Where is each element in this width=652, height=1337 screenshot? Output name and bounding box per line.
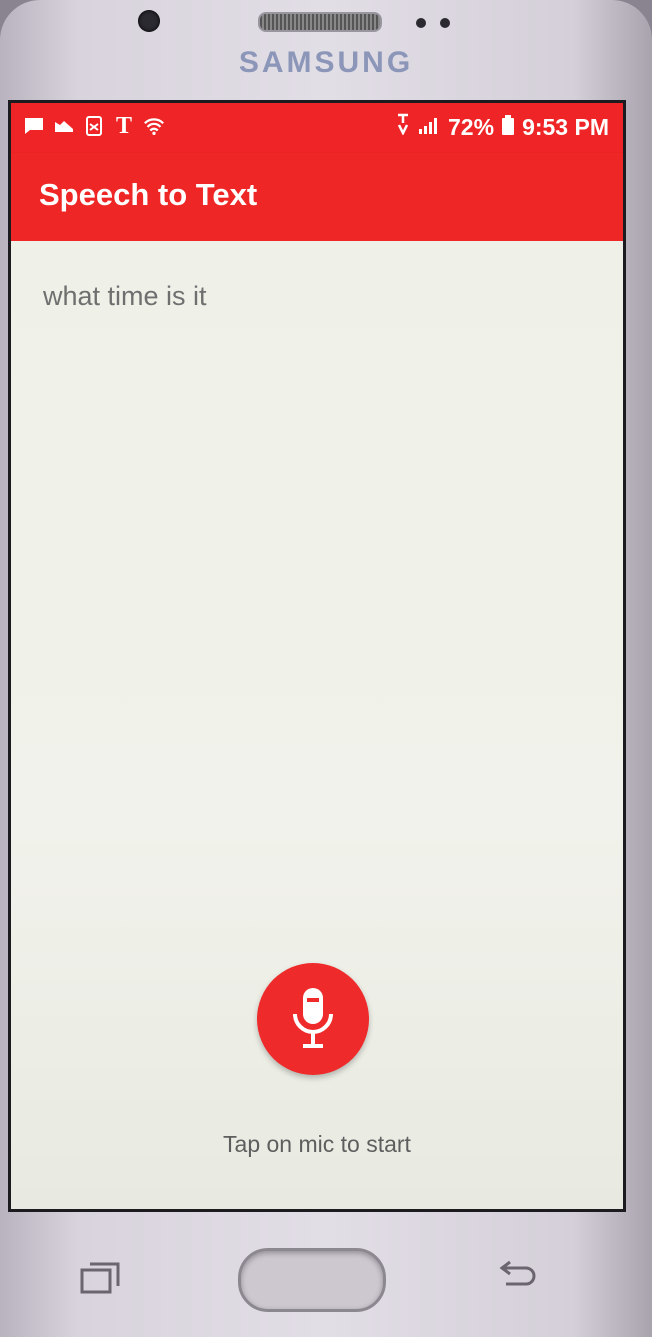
message-icon	[23, 115, 45, 137]
battery-percentage: 72%	[448, 113, 495, 140]
transcript-text: what time is it	[43, 281, 207, 311]
sim-icon	[83, 115, 105, 137]
device-brand: SAMSUNG	[238, 46, 414, 79]
status-icons-right: 72% 9:53 PM	[396, 113, 609, 141]
t-mobile-icon: T	[115, 112, 132, 139]
status-time: 9:53 PM	[522, 113, 609, 140]
microphone-icon	[293, 988, 333, 1048]
earpiece-speaker	[258, 12, 382, 32]
status-bar: T 72% 9:53 PM	[11, 103, 623, 153]
battery-icon	[502, 114, 515, 141]
home-button[interactable]	[238, 1248, 386, 1312]
app-title: Speech to Text	[39, 177, 258, 212]
volte-icon	[396, 113, 410, 141]
light-sensor	[440, 18, 450, 28]
phone-frame: SAMSUNG T 72% 9:53 PM Speech to Text wha…	[0, 0, 652, 1337]
front-camera	[138, 10, 160, 32]
main-content: what time is it Tap on mic to start	[11, 241, 623, 1209]
screen: T 72% 9:53 PM Speech to Text what time i…	[8, 100, 626, 1212]
back-icon	[499, 1260, 536, 1286]
mic-button[interactable]	[257, 963, 369, 1075]
proximity-sensor	[416, 18, 426, 28]
back-key[interactable]	[494, 1258, 538, 1294]
recent-apps-key[interactable]	[80, 1260, 122, 1296]
app-bar: Speech to Text	[11, 153, 623, 241]
recent-apps-icon	[80, 1262, 120, 1294]
signal-icon	[418, 114, 440, 141]
wifi-icon	[143, 115, 165, 137]
shoe-icon	[53, 115, 75, 137]
mic-hint: Tap on mic to start	[223, 1131, 411, 1157]
status-icons-left: T	[23, 112, 165, 139]
